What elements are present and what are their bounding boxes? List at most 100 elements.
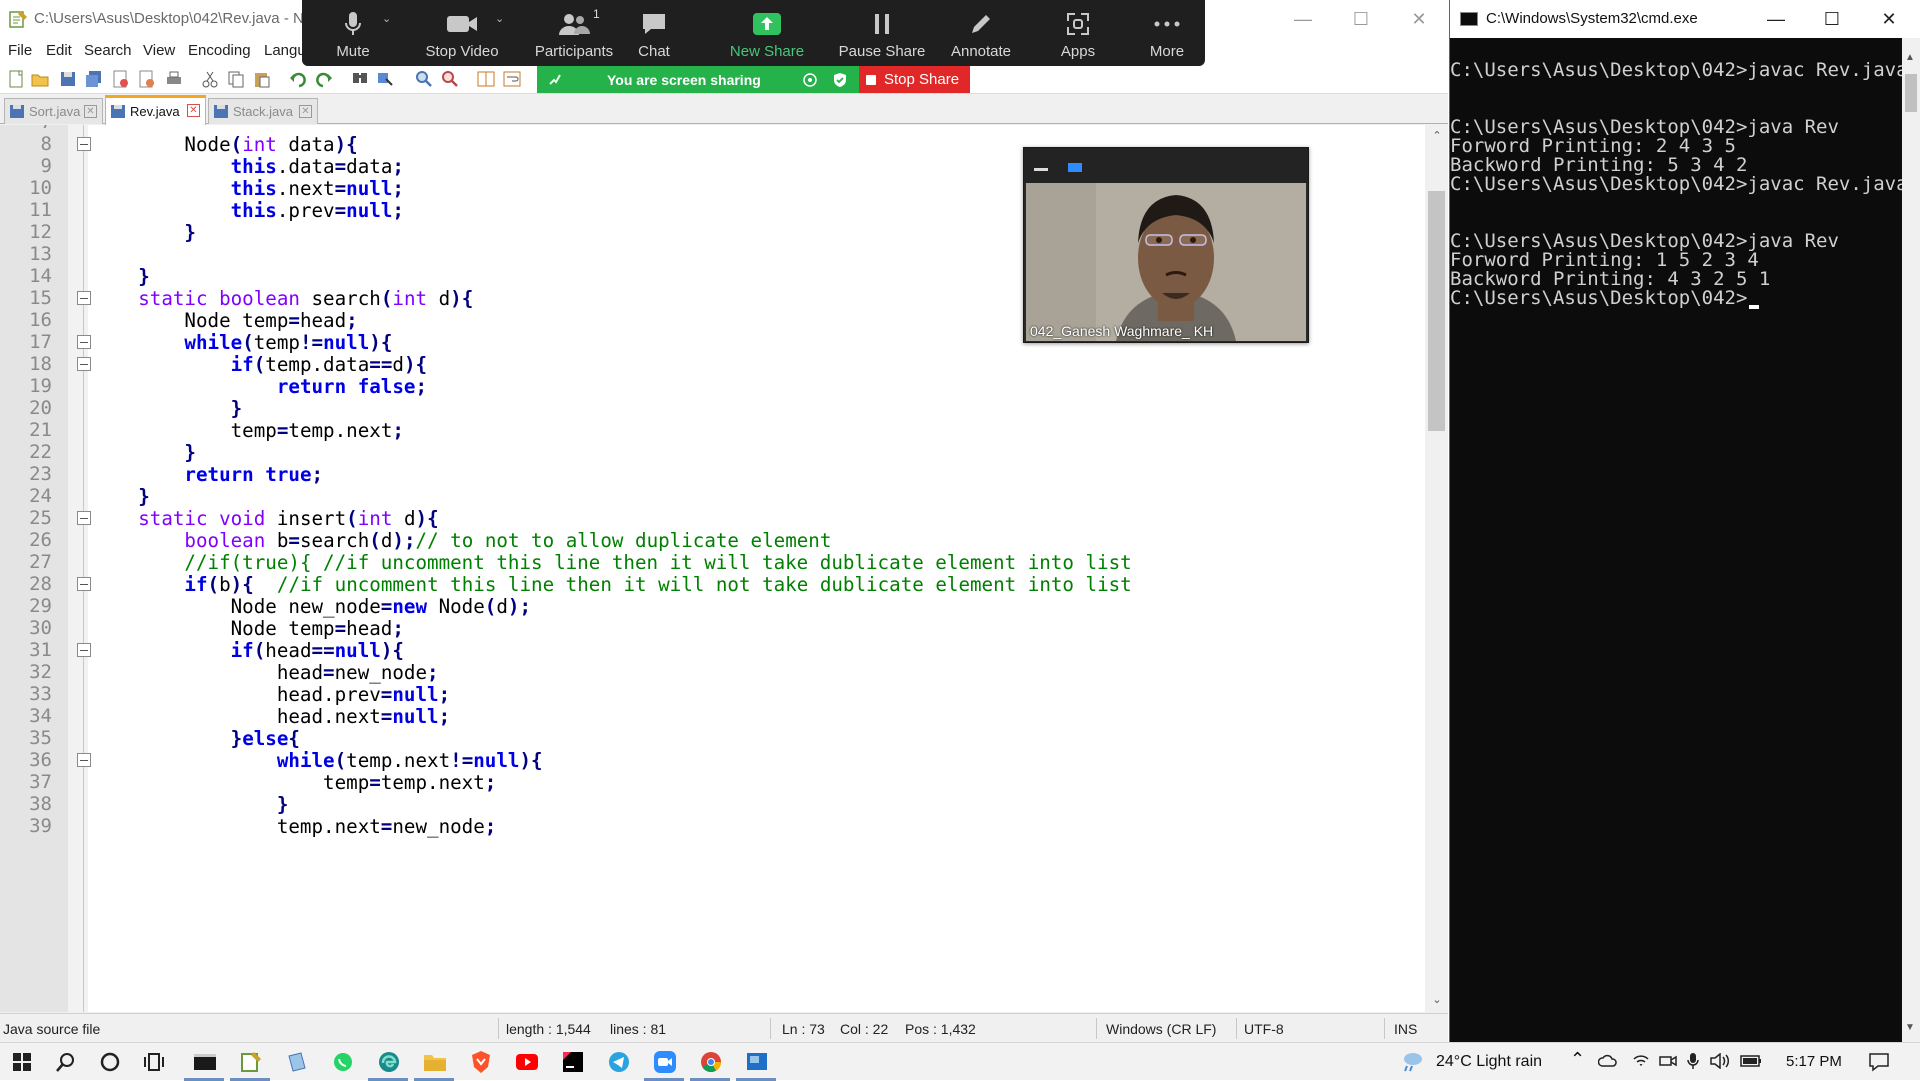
find-icon[interactable] bbox=[350, 69, 370, 89]
stop-video-button[interactable]: Stop Video bbox=[420, 0, 504, 66]
code-line[interactable]: if(b){ //if uncomment this line then it … bbox=[92, 573, 1131, 596]
taskbar-intellij[interactable] bbox=[559, 1048, 587, 1076]
print-icon[interactable] bbox=[164, 69, 184, 89]
code-line[interactable]: if(head==null){ bbox=[92, 639, 404, 662]
cortana-button[interactable] bbox=[96, 1048, 124, 1076]
sync-scroll-icon[interactable] bbox=[476, 69, 496, 89]
npp-maximize-button[interactable]: ☐ bbox=[1332, 0, 1390, 38]
fold-toggle-icon[interactable] bbox=[77, 753, 91, 767]
fold-toggle-icon[interactable] bbox=[77, 511, 91, 525]
menu-search[interactable]: Search bbox=[84, 42, 132, 59]
new-file-icon[interactable] bbox=[6, 69, 26, 89]
code-line[interactable]: this.prev=null; bbox=[92, 199, 404, 222]
stop-share-button[interactable]: Stop Share bbox=[859, 66, 970, 93]
camera-in-use-icon[interactable] bbox=[1659, 1053, 1677, 1069]
taskbar-brave[interactable] bbox=[467, 1048, 495, 1076]
microphone-in-use-icon[interactable] bbox=[1686, 1052, 1700, 1070]
zoom-out-icon[interactable] bbox=[440, 69, 460, 89]
cut-icon[interactable] bbox=[200, 69, 220, 89]
battery-icon[interactable] bbox=[1740, 1055, 1762, 1067]
cmd-minimize-button[interactable]: — bbox=[1747, 0, 1805, 38]
cmd-close-button[interactable]: ✕ bbox=[1860, 0, 1918, 38]
code-line[interactable]: } bbox=[92, 397, 243, 420]
save-icon[interactable] bbox=[58, 69, 78, 89]
taskbar-telegram[interactable] bbox=[605, 1048, 633, 1076]
tab-sort-java[interactable]: Sort.java ✕ bbox=[4, 98, 103, 124]
menu-language[interactable]: Langu bbox=[264, 42, 306, 59]
taskbar-youtube[interactable] bbox=[513, 1048, 541, 1076]
cmd-scroll-down-icon[interactable]: ▼ bbox=[1905, 1022, 1915, 1033]
taskbar-edge[interactable] bbox=[375, 1048, 403, 1076]
code-line[interactable]: //if(true){ //if uncomment this line the… bbox=[92, 551, 1131, 574]
clock-time[interactable]: 5:17 PM bbox=[1786, 1053, 1842, 1070]
switch-view-icon[interactable] bbox=[1068, 163, 1082, 172]
chat-button[interactable]: Chat bbox=[632, 0, 676, 66]
editor-vertical-scrollbar[interactable]: ⌃ ⌄ bbox=[1425, 125, 1448, 1012]
code-line[interactable]: while(temp!=null){ bbox=[92, 331, 392, 354]
more-button[interactable]: More bbox=[1142, 0, 1192, 66]
close-all-icon[interactable] bbox=[136, 69, 156, 89]
minimize-video-icon[interactable] bbox=[1034, 168, 1048, 171]
participants-button[interactable]: 1 Participants bbox=[530, 0, 618, 66]
taskbar-zoom[interactable] bbox=[651, 1048, 679, 1076]
code-line[interactable]: Node temp=head; bbox=[92, 309, 357, 332]
replace-icon[interactable] bbox=[376, 69, 396, 89]
apps-button[interactable]: Apps bbox=[1053, 0, 1103, 66]
taskbar-notepad[interactable] bbox=[283, 1048, 311, 1076]
code-line[interactable]: Node(int data){ bbox=[92, 133, 357, 156]
new-share-button[interactable]: New Share bbox=[727, 0, 807, 66]
menu-file[interactable]: File bbox=[8, 42, 32, 59]
wifi-icon[interactable] bbox=[1632, 1053, 1650, 1069]
tab-rev-java[interactable]: Rev.java ✕ bbox=[105, 95, 206, 125]
redo-icon[interactable] bbox=[314, 69, 334, 89]
code-line[interactable]: return true; bbox=[92, 463, 323, 486]
search-button[interactable] bbox=[52, 1048, 80, 1076]
code-line[interactable]: while(temp.next!=null){ bbox=[92, 749, 543, 772]
menu-view[interactable]: View bbox=[143, 42, 175, 59]
code-line[interactable]: Node temp=head; bbox=[92, 617, 404, 640]
paste-icon[interactable] bbox=[252, 69, 272, 89]
npp-minimize-button[interactable]: — bbox=[1274, 0, 1332, 38]
cmd-scroll-up-icon[interactable]: ▲ bbox=[1905, 52, 1915, 63]
taskbar-notepadpp[interactable] bbox=[237, 1048, 265, 1076]
code-line[interactable]: boolean b=search(d);// to not to allow d… bbox=[92, 529, 831, 552]
code-line[interactable]: temp=temp.next; bbox=[92, 771, 496, 794]
taskbar-chrome[interactable] bbox=[697, 1048, 725, 1076]
screen-sharing-banner[interactable]: You are screen sharing bbox=[537, 66, 859, 93]
volume-icon[interactable] bbox=[1710, 1053, 1730, 1069]
menu-edit[interactable]: Edit bbox=[46, 42, 72, 59]
notification-center-icon[interactable] bbox=[1868, 1052, 1890, 1072]
taskbar-snipping[interactable] bbox=[743, 1048, 771, 1076]
code-line[interactable]: temp=temp.next; bbox=[92, 419, 404, 442]
fold-toggle-icon[interactable] bbox=[77, 643, 91, 657]
npp-close-button[interactable]: ✕ bbox=[1390, 0, 1448, 38]
code-line[interactable]: } bbox=[92, 441, 196, 464]
code-line[interactable]: } bbox=[92, 793, 289, 816]
word-wrap-icon[interactable] bbox=[502, 69, 522, 89]
fold-toggle-icon[interactable] bbox=[77, 137, 91, 151]
taskbar-cmd[interactable] bbox=[191, 1048, 219, 1076]
tab-stack-java[interactable]: Stack.java ✕ bbox=[208, 98, 318, 124]
taskbar-whatsapp[interactable] bbox=[329, 1048, 357, 1076]
menu-encoding[interactable]: Encoding bbox=[188, 42, 251, 59]
code-line[interactable]: head.next=null; bbox=[92, 705, 450, 728]
pause-share-button[interactable]: Pause Share bbox=[837, 0, 927, 66]
task-view-button[interactable] bbox=[140, 1048, 168, 1076]
cmd-vertical-scrollbar[interactable]: ▲ ▼ bbox=[1902, 38, 1920, 1042]
cmd-title-bar[interactable]: C:\Windows\System32\cmd.exe — ☐ ✕ bbox=[1450, 0, 1920, 38]
fold-toggle-icon[interactable] bbox=[77, 357, 91, 371]
mute-options-chevron-icon[interactable]: ⌄ bbox=[382, 12, 391, 25]
code-line[interactable]: this.data=data; bbox=[92, 155, 404, 178]
undo-icon[interactable] bbox=[288, 69, 308, 89]
close-file-icon[interactable] bbox=[110, 69, 130, 89]
code-line[interactable]: static boolean search(int d){ bbox=[92, 287, 473, 310]
tab-close-icon[interactable]: ✕ bbox=[84, 105, 97, 118]
annotate-button[interactable]: Annotate bbox=[946, 0, 1016, 66]
save-all-icon[interactable] bbox=[84, 69, 104, 89]
video-options-chevron-icon[interactable]: ⌄ bbox=[495, 12, 504, 25]
code-line[interactable]: } bbox=[92, 221, 196, 244]
zoom-in-icon[interactable] bbox=[414, 69, 434, 89]
code-line[interactable]: temp.next=new_node; bbox=[92, 815, 497, 838]
fold-toggle-icon[interactable] bbox=[77, 577, 91, 591]
open-file-icon[interactable] bbox=[30, 69, 50, 89]
